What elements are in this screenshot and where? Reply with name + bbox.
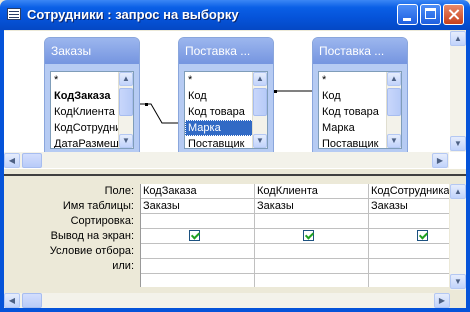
or-cell[interactable] [141,259,254,274]
scroll-thumb[interactable] [387,88,401,116]
design-grid-pane: Поле: Имя таблицы: Сортировка: Вывод на … [4,176,466,308]
row-label-or: или: [112,260,134,272]
diagram-horizontal-scrollbar[interactable]: ◀ ▶ [4,152,449,168]
grid-column[interactable]: КодЗаказа Заказы [141,184,255,287]
field-item[interactable]: Код товара [185,104,256,120]
field-item[interactable]: Код [185,88,256,104]
field-item-primary-key[interactable]: КодЗаказа [51,88,122,104]
grid-column[interactable]: КодКлиента Заказы [255,184,369,287]
scroll-thumb[interactable] [253,88,267,116]
scroll-down-icon[interactable]: ▼ [450,136,466,151]
scroll-down-icon[interactable]: ▼ [387,134,401,148]
scroll-thumb[interactable] [22,153,42,168]
scroll-right-icon[interactable]: ▶ [434,293,450,308]
scroll-up-icon[interactable]: ▲ [450,184,466,199]
window-title: Сотрудники : запрос на выборку [27,7,239,22]
row-label-field: Поле: [104,185,134,197]
criteria-cell[interactable] [141,244,254,259]
field-list-title[interactable]: Заказы [45,38,139,64]
show-checkbox[interactable] [189,230,200,241]
field-item[interactable]: ДатаРазмещения [51,136,122,148]
show-cell[interactable] [369,229,449,244]
field-list-scrollbar[interactable]: ▲ ▼ [386,72,401,148]
scroll-up-icon[interactable]: ▲ [450,31,466,46]
field-list-supply-1[interactable]: Поставка ... * Код Код товара Марка Пост… [178,37,274,153]
sort-cell[interactable] [141,214,254,229]
criteria-cell[interactable] [255,244,368,259]
field-list-scrollbar[interactable]: ▲ ▼ [118,72,133,148]
field-item[interactable]: Поставщик [185,136,256,148]
scroll-down-icon[interactable]: ▼ [450,274,466,289]
field-list-orders[interactable]: Заказы * КодЗаказа КодКлиента КодСотрудн… [44,37,140,153]
design-grid[interactable]: КодЗаказа Заказы КодКлиента Заказы КодСо… [140,184,449,287]
field-item[interactable]: Марка [319,120,390,136]
scroll-thumb[interactable] [22,293,42,308]
scroll-thumb[interactable] [119,88,133,116]
grid-column[interactable]: КодСотрудника Заказы [369,184,449,287]
table-diagram-pane[interactable]: Заказы * КодЗаказа КодКлиента КодСотрудн… [4,31,466,169]
diagram-vertical-scrollbar[interactable]: ▲ ▼ [450,31,466,152]
field-item[interactable]: * [319,72,390,88]
show-checkbox[interactable] [417,230,428,241]
field-cell[interactable]: КодСотрудника [369,184,449,199]
field-cell[interactable]: КодКлиента [255,184,368,199]
table-cell[interactable]: Заказы [369,199,449,214]
row-label-show: Вывод на экран: [50,230,134,242]
field-item[interactable]: Код товара [319,104,390,120]
title-bar[interactable]: Сотрудники : запрос на выборку [0,0,470,30]
field-list-items[interactable]: * Код Код товара Марка Поставщик ▲ ▼ [318,71,402,149]
field-item-selected[interactable]: Марка [185,120,256,136]
show-checkbox[interactable] [303,230,314,241]
or-cell[interactable] [255,259,368,274]
field-item[interactable]: Поставщик [319,136,390,148]
or-cell[interactable] [369,259,449,274]
field-list-title[interactable]: Поставка ... [313,38,407,64]
scroll-down-icon[interactable]: ▼ [253,134,267,148]
field-item[interactable]: * [51,72,122,88]
field-list-items[interactable]: * Код Код товара Марка Поставщик ▲ ▼ [184,71,268,149]
grid-horizontal-scrollbar[interactable]: ◀ ▶ [4,293,450,308]
relationship-line-orders-supply [139,103,182,124]
sort-cell[interactable] [369,214,449,229]
show-cell[interactable] [255,229,368,244]
row-label-table: Имя таблицы: [62,200,134,212]
scroll-left-icon[interactable]: ◀ [4,293,20,308]
scroll-right-icon[interactable]: ▶ [432,153,448,168]
field-list-supply-2[interactable]: Поставка ... * Код Код товара Марка Пост… [312,37,408,153]
row-label-sort: Сортировка: [70,215,134,227]
criteria-cell[interactable] [369,244,449,259]
scroll-up-icon[interactable]: ▲ [119,72,133,86]
field-item[interactable]: * [185,72,256,88]
grid-vertical-scrollbar[interactable]: ▲ ▼ [450,184,466,290]
table-cell[interactable]: Заказы [255,199,368,214]
pane-splitter[interactable] [4,168,466,176]
row-label-criteria: Условие отбора: [49,245,134,257]
scroll-down-icon[interactable]: ▼ [119,134,133,148]
scroll-up-icon[interactable]: ▲ [387,72,401,86]
field-list-items[interactable]: * КодЗаказа КодКлиента КодСотрудника Дат… [50,71,134,149]
table-cell[interactable]: Заказы [141,199,254,214]
scroll-left-icon[interactable]: ◀ [4,153,20,168]
field-item[interactable]: КодСотрудника [51,120,122,136]
query-icon [7,8,21,20]
show-cell[interactable] [141,229,254,244]
query-window: Сотрудники : запрос на выборку Заказы * … [0,0,470,312]
field-cell[interactable]: КодЗаказа [141,184,254,199]
window-frame-bottom [0,308,470,312]
close-button[interactable] [443,4,464,25]
join-end-right [274,90,277,93]
field-list-scrollbar[interactable]: ▲ ▼ [252,72,267,148]
scroll-up-icon[interactable]: ▲ [253,72,267,86]
grid-row-labels: Поле: Имя таблицы: Сортировка: Вывод на … [4,184,138,274]
maximize-button[interactable] [420,4,441,25]
field-item[interactable]: Код [319,88,390,104]
join-end-left [145,103,148,106]
field-list-title[interactable]: Поставка ... [179,38,273,64]
sort-cell[interactable] [255,214,368,229]
minimize-button[interactable] [397,4,418,25]
field-item[interactable]: КодКлиента [51,104,122,120]
window-frame-right [466,30,470,312]
